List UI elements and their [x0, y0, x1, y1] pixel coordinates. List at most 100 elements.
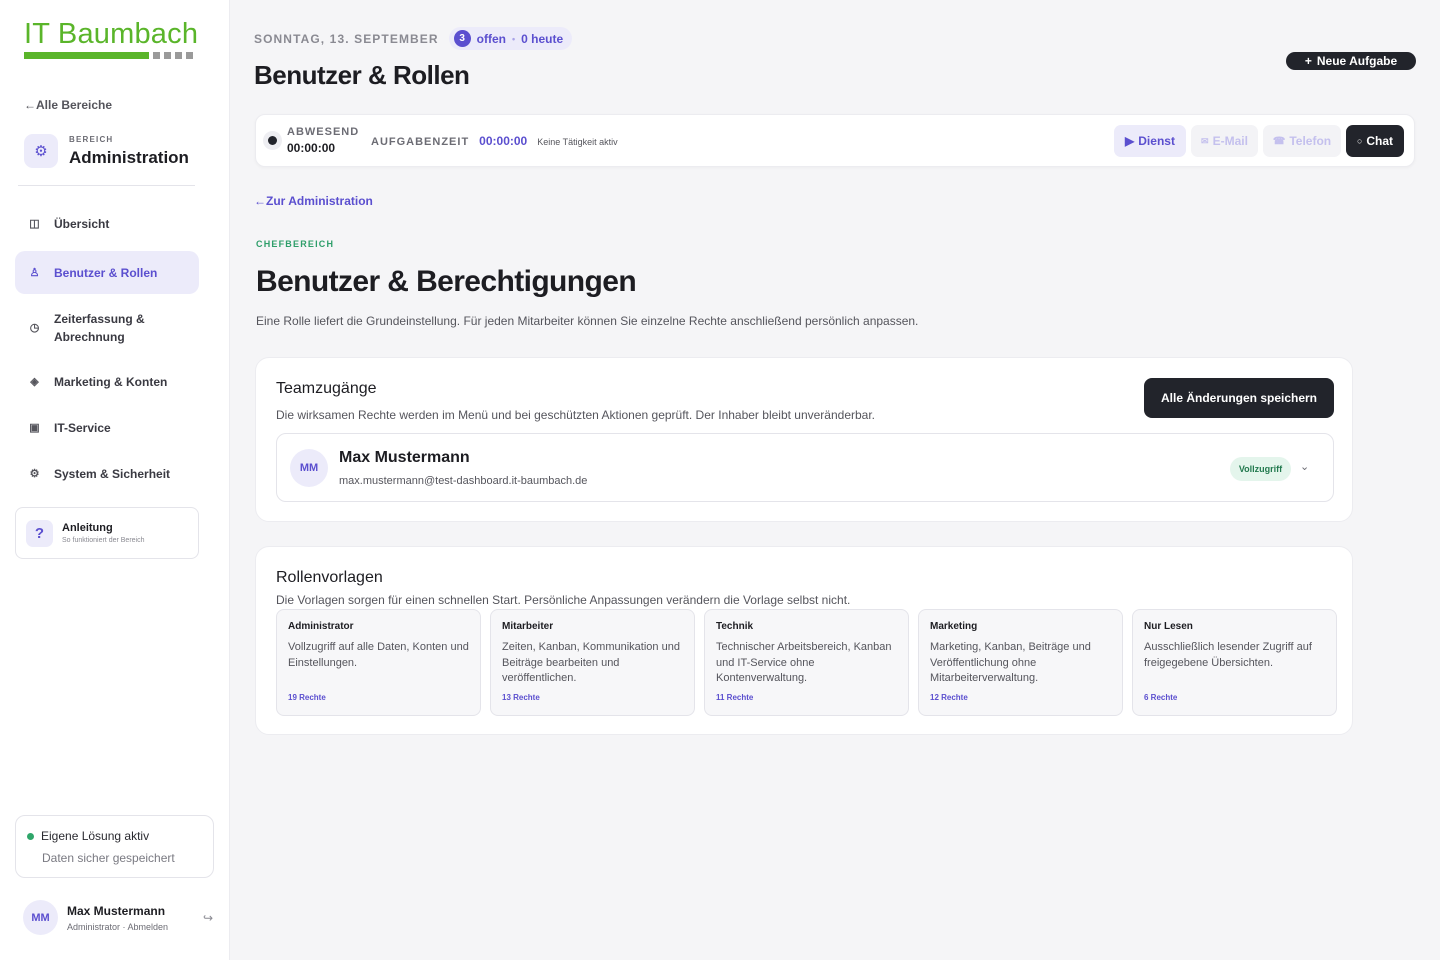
sidebar-item-label: Zeiterfassung & Abrechnung: [54, 311, 145, 344]
help-card[interactable]: ? Anleitung So funktioniert der Bereich: [15, 507, 199, 559]
logout-icon[interactable]: ↪: [203, 911, 213, 925]
section-title: Benutzer & Berechtigungen: [256, 265, 637, 298]
back-to-administration-link[interactable]: ←Zur Administration: [254, 194, 373, 208]
avatar[interactable]: MM: [23, 900, 58, 935]
tasks-pill[interactable]: 3 offen • 0 heute: [448, 27, 573, 50]
gear-icon: ⚙: [29, 468, 40, 480]
chevron-down-icon[interactable]: ⌄: [1300, 460, 1309, 473]
today-label: 0 heute: [521, 31, 564, 46]
user-name: Max Mustermann: [67, 903, 166, 918]
presence-status: ABWESEND 00:00:00: [287, 126, 359, 155]
area-header: ⚙ BEREICH Administration: [24, 134, 189, 168]
access-badge: Vollzugriff: [1230, 457, 1291, 481]
role-template-technik[interactable]: Technik Technischer Arbeitsbereich, Kanb…: [704, 609, 909, 716]
back-to-all-areas-link[interactable]: ←Alle Bereiche: [24, 98, 112, 112]
section-kicker: CHEFBEREICH: [256, 239, 335, 249]
role-description: Vollzugriff auf alle Daten, Konten und E…: [288, 641, 469, 669]
logo-bar: [24, 52, 198, 59]
layout-icon: ◫: [29, 218, 40, 230]
status-card: Eigene Lösung aktiv Daten sicher gespeic…: [15, 815, 214, 878]
roles-card-title: Rollenvorlagen: [276, 569, 383, 586]
role-name: Technik: [716, 621, 754, 632]
open-count: 3: [453, 30, 471, 47]
team-access-card: Teamzugänge Die wirksamen Rechte werden …: [255, 357, 1353, 522]
help-subtitle: So funktioniert der Bereich: [62, 537, 145, 544]
new-task-button[interactable]: + Neue Aufgabe: [1286, 52, 1416, 70]
team-card-title: Teamzugänge: [276, 380, 377, 397]
task-time-label: AUFGABENZEIT: [371, 136, 470, 148]
sidebar-item-users-roles[interactable]: ♙ Benutzer & Rollen: [15, 251, 199, 294]
area-name: Administration: [69, 147, 189, 167]
user-icon: ♙: [29, 266, 40, 279]
avatar: MM: [290, 449, 328, 487]
sidebar-item-marketing-accounts[interactable]: ◈ Marketing & Konten: [15, 361, 199, 403]
email-button[interactable]: ✉ E-Mail: [1191, 125, 1258, 157]
presence-label: ABWESEND: [287, 126, 360, 138]
page-title: Benutzer & Rollen: [254, 60, 470, 90]
role-rights-count: 13 Rechte: [502, 693, 540, 702]
role-description: Ausschließlich lesender Zugriff auf frei…: [1144, 641, 1312, 669]
sidebar-item-overview[interactable]: ◫ Übersicht: [15, 201, 199, 247]
role-name: Administrator: [288, 621, 354, 632]
sidebar-item-it-service[interactable]: ▣ IT-Service: [15, 407, 199, 449]
sidebar-item-label: Übersicht: [54, 217, 110, 231]
diamond-icon: ◈: [30, 376, 39, 388]
role-template-marketing[interactable]: Marketing Marketing, Kanban, Beiträge un…: [918, 609, 1123, 716]
sidebar-item-label: Benutzer & Rollen: [54, 265, 158, 280]
role-templates-grid: Administrator Vollzugriff auf alle Daten…: [276, 609, 1337, 716]
open-label: offen: [476, 31, 506, 46]
chat-label: Chat: [1366, 134, 1394, 148]
team-card-description: Die wirksamen Rechte werden im Menü und …: [276, 408, 876, 422]
dot-separator-icon: •: [512, 33, 516, 44]
role-template-administrator[interactable]: Administrator Vollzugriff auf alle Daten…: [276, 609, 481, 716]
phone-icon: ☎: [1272, 135, 1286, 147]
phone-button[interactable]: ☎ Telefon: [1263, 125, 1341, 157]
presence-dot-icon: [268, 136, 277, 145]
save-all-changes-button[interactable]: Alle Änderungen speichern: [1144, 378, 1334, 418]
help-icon: ?: [26, 519, 53, 547]
presence-time: 00:00:00: [287, 141, 336, 155]
brand-logo[interactable]: IT Baumbach: [24, 18, 198, 59]
role-description: Marketing, Kanban, Beiträge und Veröffen…: [930, 641, 1091, 684]
role-description: Technischer Arbeitsbereich, Kanban und I…: [716, 641, 892, 684]
member-name: Max Mustermann: [339, 449, 470, 466]
sidebar-item-label: IT-Service: [54, 421, 111, 435]
chat-button[interactable]: ○ Chat: [1346, 125, 1404, 157]
presence-indicator: [263, 131, 282, 150]
role-rights-count: 19 Rechte: [288, 693, 326, 702]
sidebar-item-label: Marketing & Konten: [54, 375, 168, 389]
roles-card-description: Die Vorlagen sorgen für einen schnellen …: [276, 593, 851, 607]
task-timer: AUFGABENZEIT 00:00:00 Keine Tätigkeit ak…: [371, 134, 618, 148]
sidebar-divider: [18, 185, 195, 186]
new-task-label: Neue Aufgabe: [1316, 54, 1398, 68]
user-footer: MM Max Mustermann Administrator · Abmeld…: [23, 900, 213, 935]
sidebar-item-label: System & Sicherheit: [54, 467, 171, 481]
current-date: SONNTAG, 13. SEPTEMBER: [254, 31, 439, 46]
role-name: Marketing: [930, 621, 978, 632]
sidebar-item-system-security[interactable]: ⚙ System & Sicherheit: [15, 453, 199, 495]
back-link-label: Alle Bereiche: [36, 98, 113, 112]
role-name: Nur Lesen: [1144, 621, 1193, 632]
role-rights-count: 12 Rechte: [930, 693, 968, 702]
telefon-label: Telefon: [1289, 134, 1332, 148]
sidebar-item-time-billing[interactable]: ◷ Zeiterfassung & Abrechnung: [15, 298, 199, 357]
role-template-mitarbeiter[interactable]: Mitarbeiter Zeiten, Kanban, Kommunikatio…: [490, 609, 695, 716]
area-kicker: BEREICH: [69, 134, 114, 144]
status-dot-icon: [27, 832, 34, 840]
sidebar-nav: ◫ Übersicht ♙ Benutzer & Rollen ◷ Zeiter…: [15, 201, 199, 499]
header-date-line: SONNTAG, 13. SEPTEMBER 3 offen • 0 heute: [254, 27, 573, 50]
gear-icon: ⚙: [24, 134, 58, 168]
time-tracking-bar: ABWESEND 00:00:00 AUFGABENZEIT 00:00:00 …: [255, 114, 1415, 167]
back-admin-label: Zur Administration: [266, 194, 373, 208]
role-rights-count: 6 Rechte: [1144, 693, 1178, 702]
arrow-left-icon: ←: [254, 194, 266, 208]
play-icon: ▶: [1125, 134, 1135, 148]
arrow-left-icon: ←: [24, 98, 36, 112]
member-row[interactable]: MM Max Mustermann max.mustermann@test-da…: [276, 433, 1334, 502]
start-shift-button[interactable]: ▶ Dienst: [1114, 125, 1186, 157]
dienst-label: Dienst: [1138, 134, 1175, 148]
role-template-nur-lesen[interactable]: Nur Lesen Ausschließlich lesender Zugrif…: [1132, 609, 1337, 716]
user-role-logout[interactable]: Administrator · Abmelden: [67, 922, 168, 932]
status-title: Eigene Lösung aktiv: [41, 829, 150, 843]
task-time-value: 00:00:00: [479, 134, 528, 148]
